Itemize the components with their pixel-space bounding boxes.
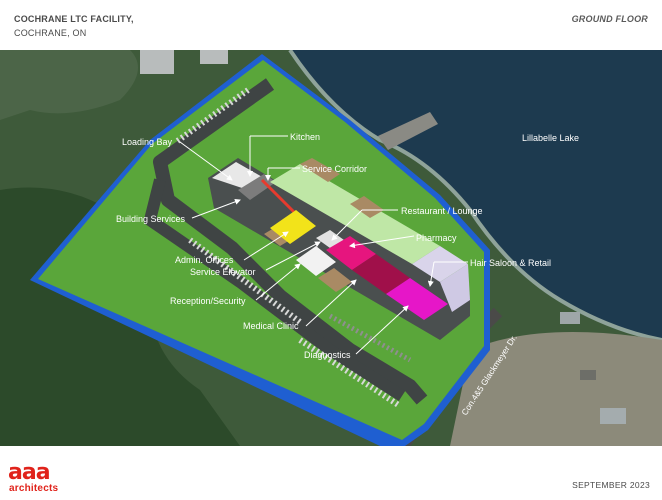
project-location: COCHRANE, ON [14, 28, 87, 38]
label-building-services: Building Services [116, 214, 186, 224]
label-medical-clinic: Medical Clinic [243, 321, 299, 331]
floor-label: GROUND FLOOR [571, 14, 648, 24]
house [600, 408, 626, 424]
issue-date: SEPTEMBER 2023 [572, 480, 650, 490]
label-reception-security: Reception/Security [170, 296, 246, 306]
header: COCHRANE LTC FACILITY, COCHRANE, ON GROU… [0, 0, 662, 50]
house [580, 370, 596, 380]
footer: aaa architects SEPTEMBER 2023 [0, 446, 662, 500]
existing-building [140, 50, 174, 74]
site-plan-svg: Loading Bay Kitchen Service Corridor Bui… [0, 48, 662, 451]
existing-building [200, 50, 228, 64]
logo-mark: aaa [8, 460, 51, 485]
label-lake: Lillabelle Lake [522, 133, 579, 143]
label-restaurant-lounge: Restaurant / Lounge [401, 206, 483, 216]
label-diagnostics: Diagnostics [304, 350, 351, 360]
logo-word: architects [9, 483, 59, 494]
house [560, 312, 580, 324]
label-service-corridor: Service Corridor [302, 164, 367, 174]
label-admin-offices: Admin. Offices [175, 255, 234, 265]
label-service-elevator: Service Elevator [190, 267, 256, 277]
firm-logo: aaa architects [8, 462, 78, 494]
site-plan: Loading Bay Kitchen Service Corridor Bui… [0, 48, 662, 451]
label-hair-salon-retail: Hair Saloon & Retail [470, 258, 551, 268]
label-kitchen: Kitchen [290, 132, 320, 142]
project-title: COCHRANE LTC FACILITY, [14, 14, 134, 24]
label-loading-bay: Loading Bay [122, 137, 173, 147]
label-pharmacy: Pharmacy [416, 233, 457, 243]
